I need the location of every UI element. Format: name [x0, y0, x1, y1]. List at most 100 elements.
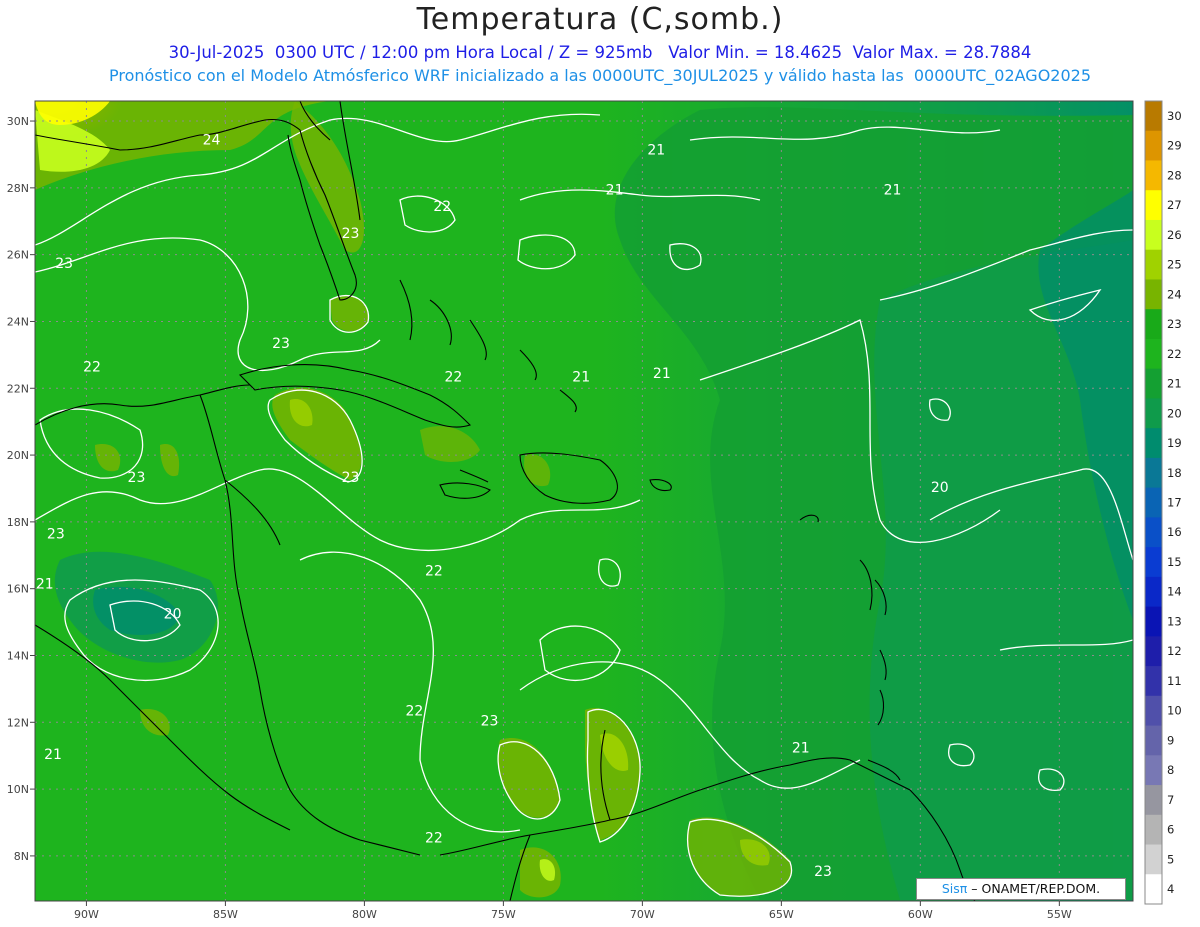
colorbar: 30 29 28 27 26 25 24 23 22 21 20 19 18 17 16 15 14 13 12 11… — [1144, 100, 1182, 905]
colorbar-swatch — [1145, 190, 1162, 221]
colorbar-swatch — [1145, 457, 1162, 489]
colorbar-swatch — [1145, 844, 1162, 875]
lat-tick-label: 28N — [7, 182, 29, 195]
colorbar-label: 15 — [1167, 555, 1182, 569]
contour-label: 21 — [792, 740, 810, 756]
sispi-logo: Sisπ — [941, 881, 968, 896]
colorbar-swatch — [1145, 309, 1162, 340]
colorbar-label: 4 — [1167, 882, 1174, 896]
credit-badge: Sisπ – ONAMET/REP.DOM. — [916, 878, 1126, 900]
lat-tick-label: 10N — [7, 783, 29, 796]
colorbar-label: 22 — [1167, 347, 1182, 361]
lat-tick-label: 12N — [7, 716, 29, 729]
contour-label: 20 — [931, 480, 949, 496]
contour-label: 23 — [128, 470, 146, 486]
colorbar-label: 12 — [1167, 644, 1182, 658]
contour-label: 23 — [55, 256, 73, 272]
contour-label: 23 — [814, 864, 832, 880]
colorbar-swatch — [1145, 814, 1162, 846]
colorbar-swatch — [1145, 279, 1162, 310]
lon-tick-label: 80W — [352, 908, 377, 921]
colorbar-label: 6 — [1167, 823, 1174, 837]
lon-tick-label: 55W — [1047, 908, 1072, 921]
colorbar-swatch — [1145, 130, 1162, 161]
colorbar-swatch — [1145, 219, 1162, 251]
lon-tick-label: 85W — [213, 908, 238, 921]
contour-label: 23 — [342, 226, 360, 242]
lat-tick-label: 18N — [7, 516, 29, 529]
colorbar-swatch — [1145, 398, 1162, 429]
contour-label: 22 — [425, 831, 443, 847]
lon-tick-label: 70W — [630, 908, 655, 921]
colorbar-label: 26 — [1167, 228, 1182, 242]
contour-label: 21 — [653, 366, 671, 382]
colorbar-label: 18 — [1167, 466, 1182, 480]
lat-tick-label: 14N — [7, 649, 29, 662]
colorbar-swatch — [1145, 101, 1162, 132]
colorbar-label: 25 — [1167, 258, 1182, 272]
contour-label: 23 — [481, 714, 499, 730]
colorbar-label: 16 — [1167, 525, 1182, 539]
contour-label: 24 — [203, 132, 221, 148]
colorbar-label: 11 — [1167, 674, 1182, 688]
contour-label: 22 — [425, 563, 443, 579]
contour-label: 22 — [444, 370, 462, 386]
colorbar-swatch — [1145, 725, 1162, 756]
contour-label: 21 — [606, 183, 624, 199]
lon-tick-label: 60W — [908, 908, 933, 921]
lat-tick-label: 16N — [7, 583, 29, 596]
contour-label: 21 — [44, 747, 62, 763]
contour-label: 22 — [406, 704, 424, 720]
colorbar-swatch — [1145, 249, 1162, 280]
colorbar-swatch — [1145, 428, 1162, 459]
colorbar-swatch — [1145, 755, 1162, 786]
contour-label: 20 — [164, 607, 182, 623]
lon-tick-label: 65W — [769, 908, 794, 921]
contour-label: 23 — [272, 336, 290, 352]
colorbar-label: 19 — [1167, 436, 1182, 450]
contour-label: 21 — [572, 370, 590, 386]
colorbar-swatch — [1145, 487, 1162, 518]
lat-tick-label: 24N — [7, 315, 29, 328]
contour-label: 21 — [647, 142, 665, 158]
lon-tick-label: 75W — [491, 908, 516, 921]
colorbar-swatch — [1145, 636, 1162, 667]
contour-label: 22 — [83, 360, 101, 376]
colorbar-label: 27 — [1167, 198, 1182, 212]
colorbar-swatch — [1145, 874, 1162, 905]
colorbar-label: 10 — [1167, 704, 1182, 718]
colorbar-swatch — [1145, 547, 1162, 578]
lat-tick-label: 26N — [7, 249, 29, 262]
colorbar-swatch — [1145, 576, 1162, 608]
contour-label: 23 — [342, 470, 360, 486]
colorbar-swatch — [1145, 606, 1162, 637]
colorbar-label: 24 — [1167, 287, 1182, 301]
lat-tick-label: 20N — [7, 449, 29, 462]
colorbar-swatch — [1145, 785, 1162, 816]
lat-tick-label: 22N — [7, 382, 29, 395]
colorbar-label: 7 — [1167, 793, 1174, 807]
colorbar-swatch — [1145, 368, 1162, 399]
colorbar-swatch — [1145, 160, 1162, 191]
colorbar-swatch — [1145, 695, 1162, 727]
contour-label: 21 — [36, 577, 54, 593]
credit-text: – ONAMET/REP.DOM. — [971, 881, 1101, 896]
colorbar-swatch — [1145, 666, 1162, 697]
lat-tick-label: 8N — [14, 850, 29, 863]
colorbar-swatch — [1145, 338, 1162, 370]
colorbar-label: 30 — [1167, 109, 1182, 123]
colorbar-label: 13 — [1167, 614, 1182, 628]
colorbar-label: 14 — [1167, 585, 1182, 599]
colorbar-label: 20 — [1167, 406, 1182, 420]
contour-label: 22 — [433, 199, 451, 215]
colorbar-swatch — [1145, 517, 1162, 548]
contour-label: 21 — [884, 183, 902, 199]
lat-tick-label: 30N — [7, 115, 29, 128]
lon-tick-label: 90W — [74, 908, 99, 921]
temperature-map: 24 23 22 23 21 21 21 23 22 22 21 21 23 23 20 23 21 22 20 22… — [7, 100, 1182, 921]
contour-label: 23 — [47, 527, 65, 543]
colorbar-label: 8 — [1167, 763, 1174, 777]
colorbar-label: 28 — [1167, 168, 1182, 182]
colorbar-label: 17 — [1167, 496, 1182, 510]
colorbar-label: 23 — [1167, 317, 1182, 331]
